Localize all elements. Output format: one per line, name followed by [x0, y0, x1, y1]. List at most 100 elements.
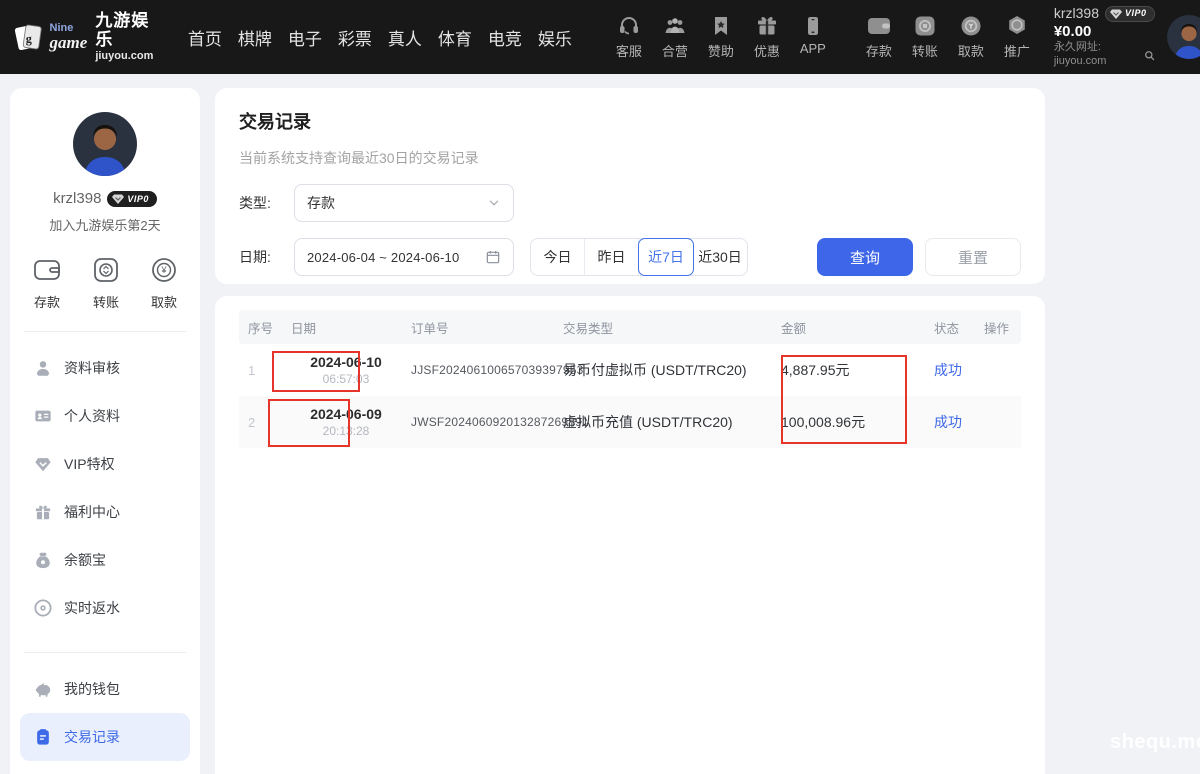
- divider: [24, 652, 186, 653]
- sidebar-item-vip[interactable]: VIP特权: [20, 440, 190, 488]
- svg-text:¥: ¥: [160, 265, 167, 275]
- row-date-cell: 2024-06-09 20:13:28: [281, 406, 411, 438]
- transaction-record-icon: [34, 728, 52, 746]
- customer-service-button[interactable]: 客服: [608, 14, 650, 60]
- page: g Nine game 九游娱乐 jiuyou.com 首页 棋牌 电子 彩票 …: [0, 0, 1200, 774]
- table-row: 2 2024-06-09 20:13:28 JWSF20240609201328…: [239, 396, 1021, 448]
- type-select[interactable]: 存款: [294, 184, 514, 222]
- deposit-button-top[interactable]: 存款: [858, 14, 900, 60]
- sidebar-avatar[interactable]: [73, 112, 137, 176]
- sponsor-button[interactable]: 赞助: [700, 14, 742, 60]
- promotions-button[interactable]: 优惠: [746, 14, 788, 60]
- chevron-down-icon: [487, 196, 501, 210]
- navbar-user-info[interactable]: krzl398 VIP0 ¥0.00 永久网址: jiuyou.com: [1054, 5, 1155, 69]
- sidebar-item-transaction-records[interactable]: 交易记录: [20, 713, 190, 761]
- sidebar-withdraw-button[interactable]: ¥ 取款: [150, 256, 178, 311]
- sidebar-username: krzl398: [53, 190, 101, 207]
- type-label: 类型:: [239, 193, 294, 213]
- table-row: 1 2024-06-10 06:57:03 JJSF20240610065703…: [239, 344, 1021, 396]
- withdraw-outline-icon: ¥: [150, 256, 178, 284]
- joined-days-text: 加入九游娱乐第2天: [10, 215, 200, 234]
- piggy-bank-icon: [34, 680, 52, 698]
- sidebar-deposit-button[interactable]: 存款: [32, 256, 62, 311]
- disc-icon: [34, 599, 52, 617]
- id-card-icon: [34, 407, 52, 425]
- vip-diamond-icon: [111, 193, 125, 205]
- nav-entertainment[interactable]: 娱乐: [538, 25, 572, 50]
- transfer-outline-icon: [92, 256, 120, 284]
- col-header-type: 交易类型: [563, 318, 781, 337]
- sidebar-item-personal-info[interactable]: 个人资料: [20, 392, 190, 440]
- row-amount: 4,887.95元: [781, 360, 934, 380]
- sidebar-item-yuebao[interactable]: 余额宝: [20, 536, 190, 584]
- row-order-no: JJSF202406100657039397953: [411, 363, 563, 377]
- navbar-wallet-icons: 存款 转账 取款 推广: [858, 14, 1038, 60]
- sidebar-item-profile-review[interactable]: 资料审核: [20, 344, 190, 392]
- nav-chess[interactable]: 棋牌: [238, 25, 272, 50]
- app-download-button[interactable]: APP: [792, 14, 834, 60]
- user-avatar[interactable]: [1167, 15, 1200, 59]
- nav-lottery[interactable]: 彩票: [338, 25, 372, 50]
- reset-button[interactable]: 重置: [925, 238, 1021, 276]
- row-date-cell: 2024-06-10 06:57:03: [281, 354, 411, 386]
- gift-icon: [755, 14, 779, 38]
- row-date: 2024-06-10: [281, 354, 411, 370]
- logo-game: game: [50, 34, 88, 51]
- promote-button-top[interactable]: 推广: [996, 14, 1038, 60]
- sidebar-avatar-photo: [73, 112, 137, 176]
- col-header-status: 状态: [934, 318, 984, 337]
- permanent-url: 永久网址: jiuyou.com: [1054, 41, 1141, 69]
- site-logo[interactable]: g Nine game 九游娱乐 jiuyou.com: [14, 12, 158, 61]
- sidebar-menu-records: 我的钱包 交易记录 投注记录: [10, 659, 200, 774]
- col-header-amount: 金额: [781, 318, 934, 337]
- row-amount: 100,008.96元: [781, 412, 934, 432]
- nav-esports[interactable]: 电竞: [488, 25, 522, 50]
- sidebar-item-my-wallet[interactable]: 我的钱包: [20, 665, 190, 713]
- avatar-photo: [1167, 15, 1200, 59]
- search-button[interactable]: 查询: [817, 238, 913, 276]
- quick-date-today[interactable]: 今日: [531, 239, 585, 275]
- row-time: 06:57:03: [281, 372, 411, 386]
- col-header-no: 序号: [239, 318, 281, 337]
- divider: [24, 331, 186, 332]
- nav-home[interactable]: 首页: [188, 25, 222, 50]
- deposit-icon: [866, 14, 892, 38]
- partners-button[interactable]: 合营: [654, 14, 696, 60]
- nav-sports[interactable]: 体育: [438, 25, 472, 50]
- calendar-icon: [485, 249, 501, 265]
- logo-cn: 九游娱乐: [95, 12, 158, 49]
- withdraw-button-top[interactable]: 取款: [950, 14, 992, 60]
- money-bag-icon: [34, 551, 52, 569]
- sidebar-item-bet-records[interactable]: 投注记录: [20, 761, 190, 774]
- date-range-input[interactable]: 2024-06-04 ~ 2024-06-10: [294, 238, 514, 276]
- svg-text:g: g: [26, 32, 32, 46]
- person-stamp-icon: [34, 359, 52, 377]
- quick-date-last7days[interactable]: 近7日: [639, 239, 693, 275]
- row-transaction-type: 易币付虚拟币 (USDT/TRC20): [563, 360, 781, 380]
- sidebar-menu: 资料审核 个人资料 VIP特权 福利中心 余额宝 实时返水: [10, 338, 200, 632]
- sidebar-item-welfare[interactable]: 福利中心: [20, 488, 190, 536]
- nav-slots[interactable]: 电子: [288, 25, 322, 50]
- type-select-value: 存款: [307, 193, 487, 213]
- col-header-order: 订单号: [411, 318, 563, 337]
- sidebar-item-rebate[interactable]: 实时返水: [20, 584, 190, 632]
- promote-icon: [1005, 14, 1029, 38]
- row-time: 20:13:28: [281, 424, 411, 438]
- sidebar-quick-actions: 存款 转账 ¥ 取款: [10, 256, 200, 311]
- app-icon: [801, 14, 825, 38]
- col-header-action: 操作: [984, 318, 1021, 337]
- search-icon[interactable]: [1144, 49, 1155, 62]
- transfer-button-top[interactable]: 转账: [904, 14, 946, 60]
- row-index: 1: [239, 363, 281, 378]
- sidebar-transfer-button[interactable]: 转账: [92, 256, 120, 311]
- quick-date-yesterday[interactable]: 昨日: [585, 239, 639, 275]
- transfer-icon: [913, 14, 937, 38]
- watermark-text: shequ.me: [1110, 731, 1200, 754]
- partners-icon: [663, 14, 687, 38]
- nav-live[interactable]: 真人: [388, 25, 422, 50]
- row-status: 成功: [934, 412, 984, 432]
- cards-logo-icon: g: [14, 17, 44, 57]
- quick-date-group: 今日 昨日 近7日 近30日: [530, 238, 748, 276]
- quick-date-last30days[interactable]: 近30日: [693, 239, 747, 275]
- username: krzl398: [1054, 5, 1099, 23]
